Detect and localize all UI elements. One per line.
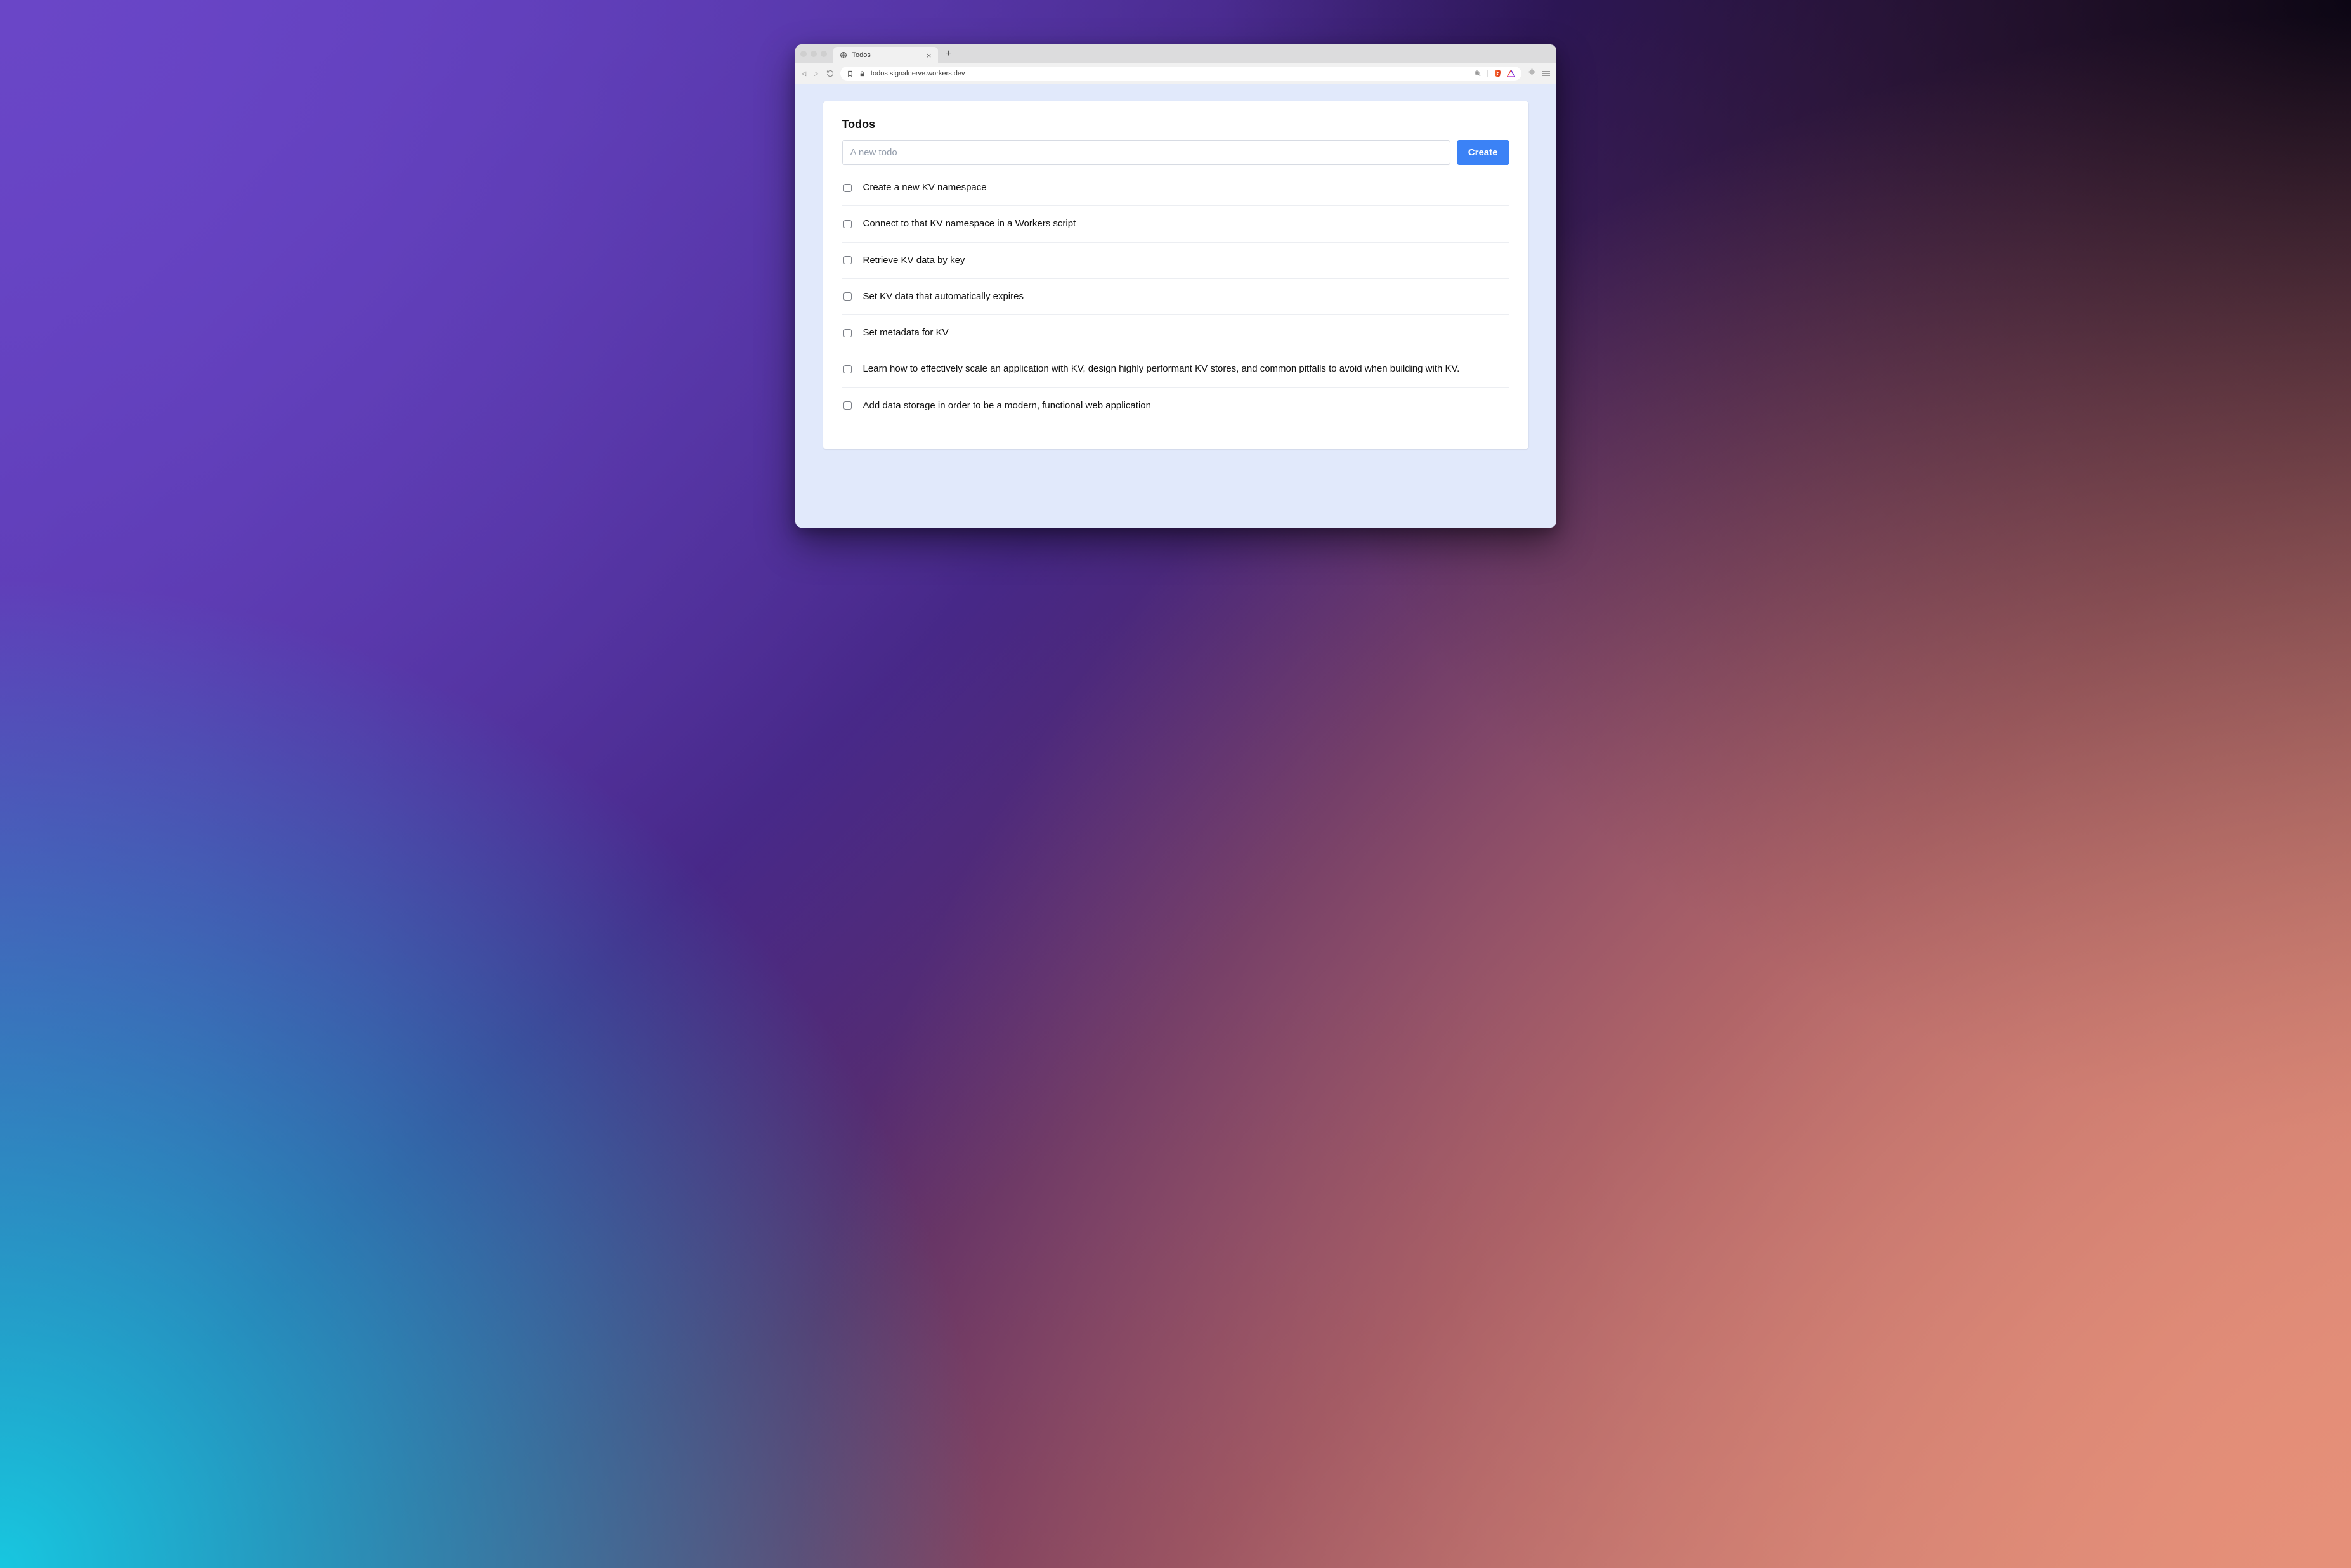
- bookmark-icon[interactable]: [847, 70, 854, 77]
- traffic-close[interactable]: [800, 51, 807, 57]
- close-icon[interactable]: ×: [927, 51, 932, 60]
- todo-text: Create a new KV namespace: [863, 181, 1508, 194]
- todo-checkbox[interactable]: [843, 329, 852, 337]
- todo-row: Set metadata for KV: [842, 314, 1509, 351]
- lock-icon: [859, 70, 866, 77]
- forward-button[interactable]: ▷: [814, 70, 819, 77]
- todo-text: Retrieve KV data by key: [863, 254, 1508, 267]
- todo-row: Create a new KV namespace: [842, 170, 1509, 205]
- extensions-icon[interactable]: [1528, 68, 1536, 79]
- todo-row: Add data storage in order to be a modern…: [842, 387, 1509, 424]
- window-controls: [800, 51, 833, 57]
- todo-text: Add data storage in order to be a modern…: [863, 399, 1508, 412]
- todo-checkbox[interactable]: [843, 184, 852, 192]
- todo-text: Learn how to effectively scale an applic…: [863, 363, 1508, 375]
- tab-strip: Todos × +: [795, 44, 1556, 63]
- traffic-minimize[interactable]: [811, 51, 817, 57]
- page-title: Todos: [842, 118, 1509, 131]
- reload-button[interactable]: [826, 70, 834, 77]
- address-bar[interactable]: todos.signalnerve.workers.dev |: [840, 67, 1521, 81]
- separator: |: [1487, 70, 1488, 77]
- create-button[interactable]: Create: [1457, 140, 1509, 165]
- todo-text: Set KV data that automatically expires: [863, 290, 1508, 303]
- menu-icon[interactable]: [1542, 71, 1550, 77]
- tab-title: Todos: [852, 51, 922, 59]
- todos-card: Todos Create Create a new KV namespace Co…: [823, 101, 1528, 449]
- todo-checkbox[interactable]: [843, 220, 852, 228]
- todo-row: Connect to that KV namespace in a Worker…: [842, 205, 1509, 242]
- todo-checkbox[interactable]: [843, 401, 852, 410]
- todo-text: Set metadata for KV: [863, 327, 1508, 339]
- bat-icon[interactable]: [1507, 70, 1515, 77]
- todo-row: Retrieve KV data by key: [842, 242, 1509, 278]
- todo-checkbox[interactable]: [843, 256, 852, 264]
- toolbar: ◁ ▷ todos.signalnerve.workers.dev |: [795, 63, 1556, 84]
- nav-controls: ◁ ▷: [802, 70, 834, 77]
- compose-row: Create: [842, 140, 1509, 165]
- todo-checkbox[interactable]: [843, 365, 852, 373]
- brave-shield-icon[interactable]: [1494, 69, 1502, 78]
- todo-list: Create a new KV namespace Connect to that…: [842, 170, 1509, 424]
- todo-row: Learn how to effectively scale an applic…: [842, 351, 1509, 387]
- back-button[interactable]: ◁: [802, 70, 807, 77]
- new-tab-button[interactable]: +: [942, 48, 956, 60]
- traffic-zoom[interactable]: [821, 51, 827, 57]
- todo-row: Set KV data that automatically expires: [842, 278, 1509, 314]
- toolbar-right: [1528, 68, 1550, 79]
- new-todo-input[interactable]: [842, 140, 1450, 165]
- zoom-icon[interactable]: [1474, 70, 1482, 77]
- globe-icon: [840, 51, 847, 59]
- browser-tab[interactable]: Todos ×: [833, 47, 938, 63]
- page-viewport: Todos Create Create a new KV namespace Co…: [795, 84, 1556, 528]
- todo-checkbox[interactable]: [843, 292, 852, 301]
- todo-text: Connect to that KV namespace in a Worker…: [863, 217, 1508, 230]
- browser-window: Todos × + ◁ ▷ todos.signalnerve.workers.…: [795, 44, 1556, 528]
- url-text: todos.signalnerve.workers.dev: [871, 70, 965, 77]
